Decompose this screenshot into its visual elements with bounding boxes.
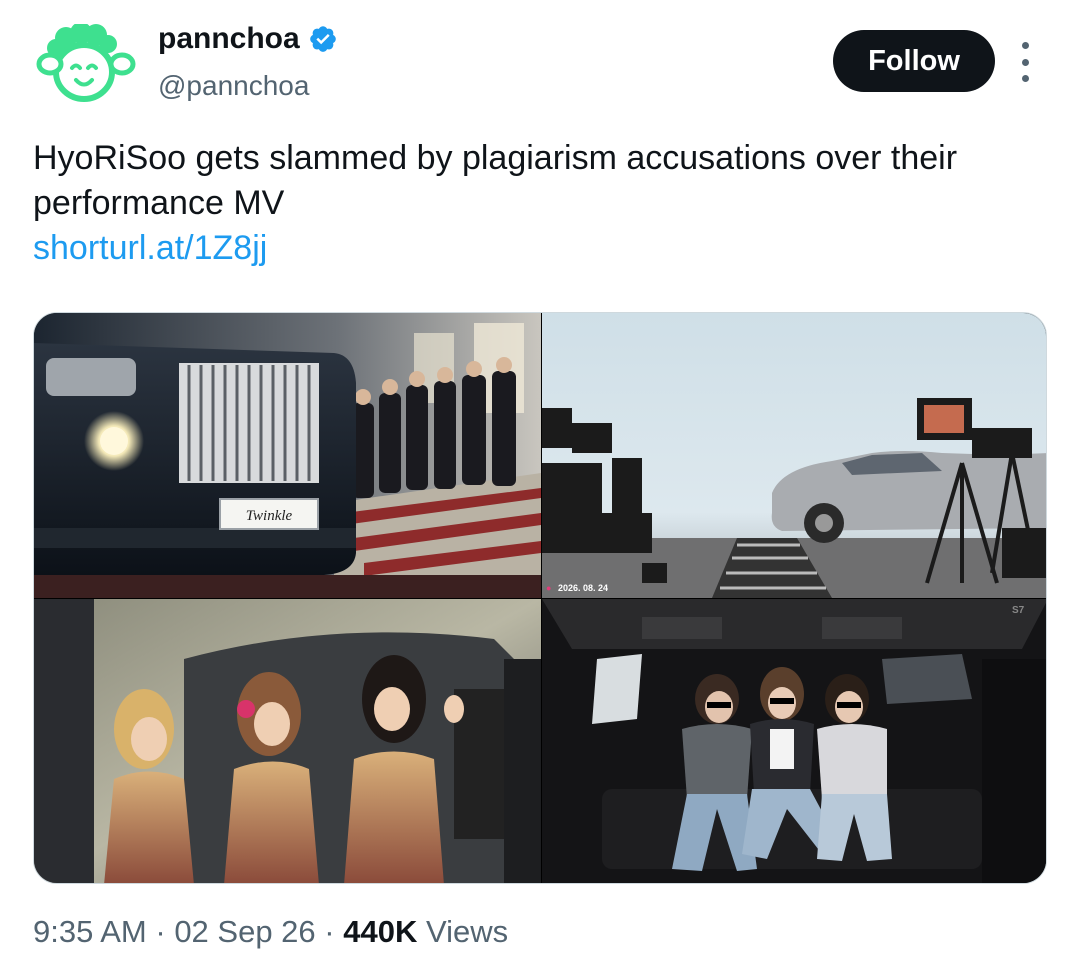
more-vertical-icon[interactable] [1010, 38, 1040, 86]
meta-separator: · [146, 914, 175, 949]
follow-button[interactable]: Follow [833, 30, 995, 92]
tweet-date[interactable]: 02 Sep 26 [174, 914, 315, 950]
verified-badge-icon [308, 24, 338, 54]
media-grid[interactable]: Twinkle ● 2026. 08. 24 S7 [33, 312, 1047, 884]
media-photo-car-stairs[interactable]: Twinkle [34, 313, 541, 598]
media-photo-three-singers[interactable] [34, 599, 541, 883]
author-name-row[interactable]: pannchoa [158, 22, 338, 56]
sheep-mascot-icon [36, 22, 136, 102]
tweet-card: pannchoa @pannchoa Follow HyoRiSoo gets … [0, 0, 1080, 968]
plate-text: Twinkle [246, 508, 293, 524]
tweet-text: HyoRiSoo gets slammed by plagiarism accu… [33, 139, 958, 222]
views-label: Views [417, 914, 509, 949]
meta-separator: · [315, 914, 344, 949]
media-photo-limo-interior[interactable]: S7 [542, 599, 1046, 883]
author-handle[interactable]: @pannchoa [158, 70, 309, 102]
svg-text:●: ● [546, 583, 551, 593]
views-count: 440K [343, 914, 418, 949]
tweet-time[interactable]: 9:35 AM [33, 914, 147, 950]
svg-text:S7: S7 [1012, 605, 1025, 616]
author-display-name[interactable]: pannchoa [158, 22, 300, 56]
tweet-link[interactable]: shorturl.at/1Z8jj [33, 226, 267, 271]
media-photo-film-set[interactable]: ● 2026. 08. 24 [542, 313, 1046, 598]
tweet-meta: 9:35 AM · 02 Sep 26 · 440K Views [33, 914, 508, 950]
author-avatar[interactable] [36, 22, 136, 104]
date-overlay: 2026. 08. 24 [558, 583, 608, 593]
